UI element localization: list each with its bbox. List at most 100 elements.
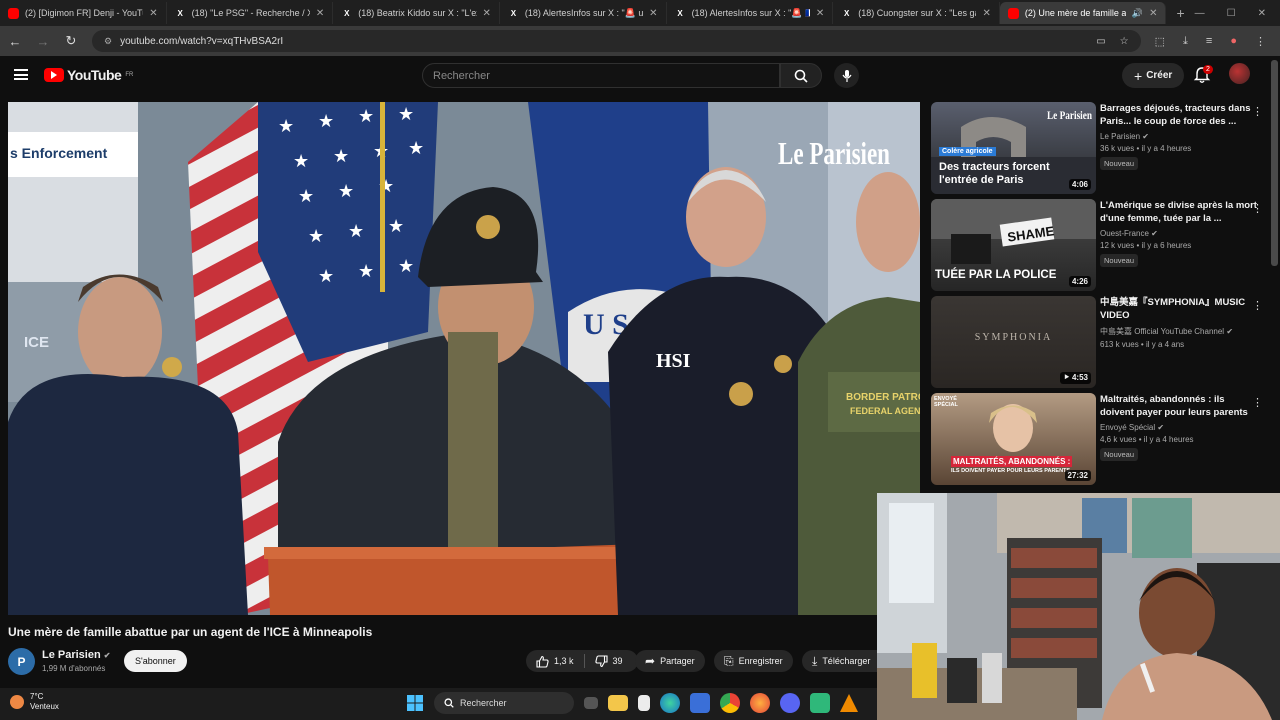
youtube-logo[interactable]: YouTube FR: [44, 67, 133, 83]
browser-tab-active[interactable]: (2) Une mère de famille ab 🔊 ✕: [999, 2, 1167, 24]
close-tab-icon[interactable]: ✕: [816, 8, 824, 19]
minimize-icon[interactable]: —: [1195, 8, 1205, 19]
site-info-icon[interactable]: ⚙: [104, 36, 112, 47]
plus-icon: +: [1134, 67, 1143, 84]
dislike-button[interactable]: 39: [585, 650, 633, 672]
browser-tab[interactable]: (2) [Digimon FR] Denji - YouTub ✕: [0, 2, 167, 24]
recommended-meta: 36 k vues • il y a 4 heures: [1100, 144, 1192, 153]
back-icon[interactable]: ←: [8, 34, 22, 49]
video-thumbnail[interactable]: SYMPHONIA ⯈ 4:53: [931, 296, 1096, 388]
share-label: Partager: [660, 656, 695, 666]
recommended-title[interactable]: L'Amérique se divise après la mort d'une…: [1100, 199, 1260, 225]
voice-search-button[interactable]: [834, 63, 859, 88]
recommended-channel[interactable]: 中島美嘉 Official YouTube Channel: [1100, 327, 1224, 336]
cast-icon[interactable]: ▭: [1096, 36, 1105, 47]
video-thumbnail[interactable]: ENVOYÉ SPÉCIAL MALTRAITÉS, ABANDONNÉS : …: [931, 393, 1096, 485]
hamburger-menu-icon[interactable]: [14, 69, 28, 80]
recommended-title[interactable]: Maltraités, abandonnés : ils doivent pay…: [1100, 393, 1260, 419]
more-options-icon[interactable]: ⋮: [1252, 202, 1263, 215]
tab-label: (2) Une mère de famille ab: [1024, 8, 1126, 18]
thumb-caption: MALTRAITÉS, ABANDONNÉS :: [951, 456, 1073, 467]
reload-icon[interactable]: ↻: [64, 33, 78, 49]
search-input[interactable]: Rechercher: [422, 63, 780, 88]
weather-widget[interactable]: 7°C Venteux: [10, 692, 59, 712]
new-tab-button[interactable]: +: [1166, 5, 1194, 21]
discord-icon[interactable]: [780, 693, 800, 713]
channel-name[interactable]: Le Parisien ✔: [42, 649, 110, 661]
vlc-icon[interactable]: [840, 694, 858, 712]
url-bar[interactable]: ⚙ youtube.com/watch?v=xqTHvBSA2rI ▭ ☆: [92, 30, 1141, 52]
forward-icon[interactable]: →: [36, 34, 50, 49]
more-options-icon[interactable]: ⋮: [1252, 299, 1263, 312]
subscribe-button[interactable]: S'abonner: [124, 650, 187, 672]
download-button[interactable]: ⤓ Télécharger: [802, 650, 878, 672]
close-window-icon[interactable]: ✕: [1258, 8, 1266, 19]
edge-icon[interactable]: [660, 693, 680, 713]
close-tab-icon[interactable]: ✕: [649, 8, 657, 19]
close-tab-icon[interactable]: ✕: [316, 8, 324, 19]
recommended-channel[interactable]: Le Parisien: [1100, 132, 1140, 141]
bookmark-star-icon[interactable]: ☆: [1120, 36, 1129, 47]
tab-label: (18) AlertesInfos sur X : "🚨 us •: [524, 7, 644, 18]
video-thumbnail[interactable]: Le Parisien Colère agricole Des tracteur…: [931, 102, 1096, 194]
browser-tab[interactable]: X (18) AlertesInfos sur X : "🚨 us • ✕: [500, 2, 667, 24]
duration-label: 4:53: [1071, 373, 1088, 382]
recommended-video[interactable]: SHAME TUÉE PAR LA POLICE 4:26 L'Amérique…: [931, 199, 1271, 296]
video-thumbnail[interactable]: SHAME TUÉE PAR LA POLICE 4:26: [931, 199, 1096, 291]
video-player[interactable]: ★★★★ ★★★★ ★★★ ★★★ ★★★ s Enforcement U S …: [8, 102, 920, 615]
task-view-icon[interactable]: [584, 697, 598, 709]
notepad-icon[interactable]: [638, 695, 650, 711]
account-avatar[interactable]: [1229, 63, 1250, 84]
svg-text:★: ★: [293, 151, 309, 172]
recommended-video[interactable]: ENVOYÉ SPÉCIAL MALTRAITÉS, ABANDONNÉS : …: [931, 393, 1271, 490]
recommended-video[interactable]: SYMPHONIA ⯈ 4:53 中島美嘉『SYMPHONIA』MUSIC VI…: [931, 296, 1271, 393]
x-favicon-icon: X: [510, 8, 517, 18]
browser-tab[interactable]: X (18) "Le PSG" - Recherche / X ✕: [167, 2, 334, 24]
thumb-caption: SYMPHONIA: [974, 332, 1053, 343]
chrome-icon[interactable]: [720, 693, 740, 713]
video-duration: 4:26: [1068, 276, 1091, 287]
maximize-icon[interactable]: ☐: [1227, 8, 1236, 19]
recommended-channel[interactable]: Ouest-France: [1100, 229, 1149, 238]
svg-text:★: ★: [318, 111, 334, 132]
thumb-brand: Le Parisien: [1047, 108, 1092, 122]
recommended-video[interactable]: Le Parisien Colère agricole Des tracteur…: [931, 102, 1271, 199]
extensions-icon[interactable]: ⬚: [1155, 35, 1165, 48]
save-button[interactable]: ⎘ Enregistrer: [714, 650, 793, 672]
create-button[interactable]: + Créer: [1122, 63, 1185, 88]
app-icon[interactable]: [810, 693, 830, 713]
like-button[interactable]: 1,3 k: [526, 650, 584, 672]
recommended-title[interactable]: Barrages déjoués, tracteurs dans Paris..…: [1100, 102, 1260, 128]
browser-menu-icon[interactable]: ⋮: [1255, 35, 1266, 48]
windows-start-icon[interactable]: [406, 694, 424, 712]
ice-jacket-text: ICE: [24, 334, 49, 351]
recommended-title[interactable]: 中島美嘉『SYMPHONIA』MUSIC VIDEO: [1100, 296, 1260, 322]
svg-text:★: ★: [338, 181, 354, 202]
close-tab-icon[interactable]: ✕: [483, 8, 491, 19]
profile-icon[interactable]: ●: [1230, 35, 1237, 48]
search-button[interactable]: [780, 63, 822, 88]
close-tab-icon[interactable]: ✕: [982, 8, 990, 19]
media-control-icon[interactable]: ≡: [1206, 35, 1212, 48]
like-dislike-group: 1,3 k 39: [526, 650, 638, 672]
download-icon: ⤓: [812, 653, 818, 668]
close-tab-icon[interactable]: ✕: [1149, 8, 1157, 19]
browser-tab[interactable]: X (18) Beatrix Kiddo sur X : "L'exti ✕: [333, 2, 500, 24]
browser-tab[interactable]: X (18) AlertesInfos sur X : "🚨 🇫🇷 ✕: [667, 2, 834, 24]
channel-avatar[interactable]: P: [8, 648, 35, 675]
svg-text:★: ★: [318, 266, 334, 287]
close-tab-icon[interactable]: ✕: [149, 8, 157, 19]
taskbar-search[interactable]: Rechercher: [434, 692, 574, 714]
file-explorer-icon[interactable]: [608, 695, 628, 711]
firefox-icon[interactable]: [750, 693, 770, 713]
more-options-icon[interactable]: ⋮: [1252, 396, 1263, 409]
store-icon[interactable]: [690, 693, 710, 713]
more-options-icon[interactable]: ⋮: [1252, 105, 1263, 118]
browser-tab[interactable]: X (18) Cuongster sur X : "Les gar ✕: [833, 2, 1000, 24]
downloads-icon[interactable]: ⤓: [1183, 35, 1188, 48]
recommended-channel[interactable]: Envoyé Spécial: [1100, 423, 1155, 432]
page-scrollbar[interactable]: [1271, 60, 1278, 266]
speaker-icon[interactable]: 🔊: [1132, 8, 1143, 19]
recommended-meta: 4,6 k vues • il y a 4 heures: [1100, 435, 1194, 444]
share-button[interactable]: ➦ Partager: [635, 650, 705, 672]
